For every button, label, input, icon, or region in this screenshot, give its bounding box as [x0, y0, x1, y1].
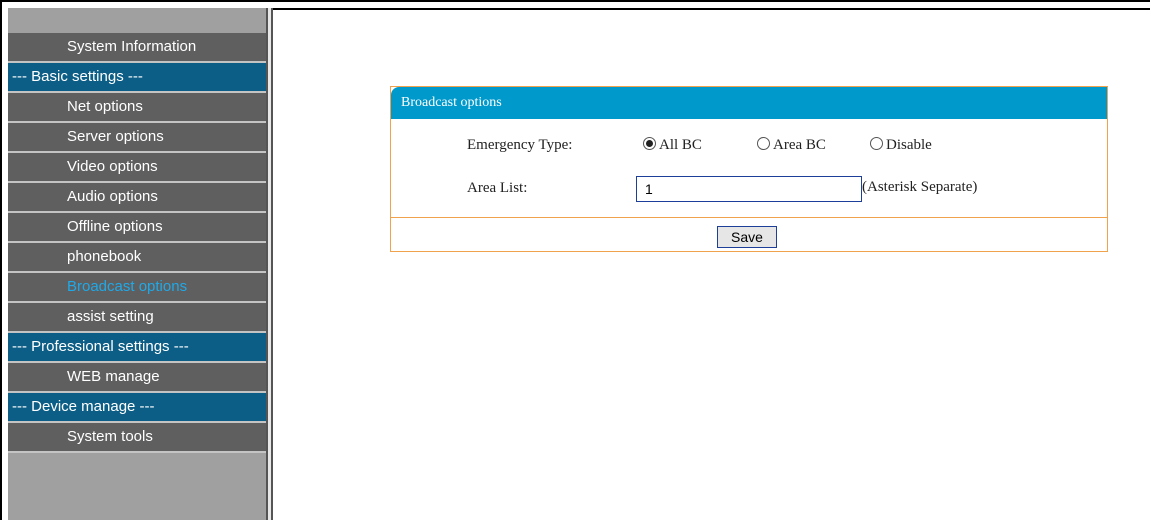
content-top-border [273, 8, 1150, 10]
radio-area-bc[interactable]: Area BC [757, 137, 826, 154]
sidebar-item-web-manage[interactable]: WEB manage [8, 363, 266, 393]
radio-disable-indicator[interactable] [870, 137, 883, 150]
frame-top-border [0, 0, 1150, 2]
sidebar-section-professional-settings: --- Professional settings --- [8, 333, 266, 363]
sidebar-item-audio-options[interactable]: Audio options [8, 183, 266, 213]
sidebar-item-broadcast-options[interactable]: Broadcast options [8, 273, 266, 303]
sidebar: System Information --- Basic settings ---… [8, 8, 266, 520]
emergency-type-label: Emergency Type: [467, 137, 573, 153]
sidebar-item-system-information[interactable]: System Information [8, 33, 266, 63]
panel-divider [391, 217, 1107, 218]
radio-all-bc[interactable]: All BC [643, 137, 702, 154]
sidebar-item-net-options[interactable]: Net options [8, 93, 266, 123]
frame-left-border [0, 0, 2, 520]
area-list-label: Area List: [467, 180, 528, 196]
sidebar-item-system-tools[interactable]: System tools [8, 423, 266, 453]
frame-divider[interactable] [266, 8, 273, 520]
radio-area-bc-indicator[interactable] [757, 137, 770, 150]
sidebar-section-device-manage: --- Device manage --- [8, 393, 266, 423]
area-list-hint: (Asterisk Separate) [862, 179, 978, 195]
sidebar-menu: System Information --- Basic settings ---… [8, 33, 266, 453]
save-button[interactable]: Save [717, 226, 777, 248]
radio-disable[interactable]: Disable [870, 137, 932, 154]
panel-title: Broadcast options [391, 87, 1107, 119]
broadcast-options-panel: Broadcast options Emergency Type: All BC… [390, 86, 1108, 252]
sidebar-item-assist-setting[interactable]: assist setting [8, 303, 266, 333]
sidebar-item-offline-options[interactable]: Offline options [8, 213, 266, 243]
radio-disable-label: Disable [886, 137, 932, 153]
sidebar-section-basic-settings: --- Basic settings --- [8, 63, 266, 93]
sidebar-item-phonebook[interactable]: phonebook [8, 243, 266, 273]
sidebar-item-server-options[interactable]: Server options [8, 123, 266, 153]
radio-area-bc-label: Area BC [773, 137, 826, 153]
radio-all-bc-label: All BC [659, 137, 702, 153]
area-list-input[interactable] [636, 176, 862, 202]
radio-all-bc-indicator[interactable] [643, 137, 656, 150]
sidebar-item-video-options[interactable]: Video options [8, 153, 266, 183]
